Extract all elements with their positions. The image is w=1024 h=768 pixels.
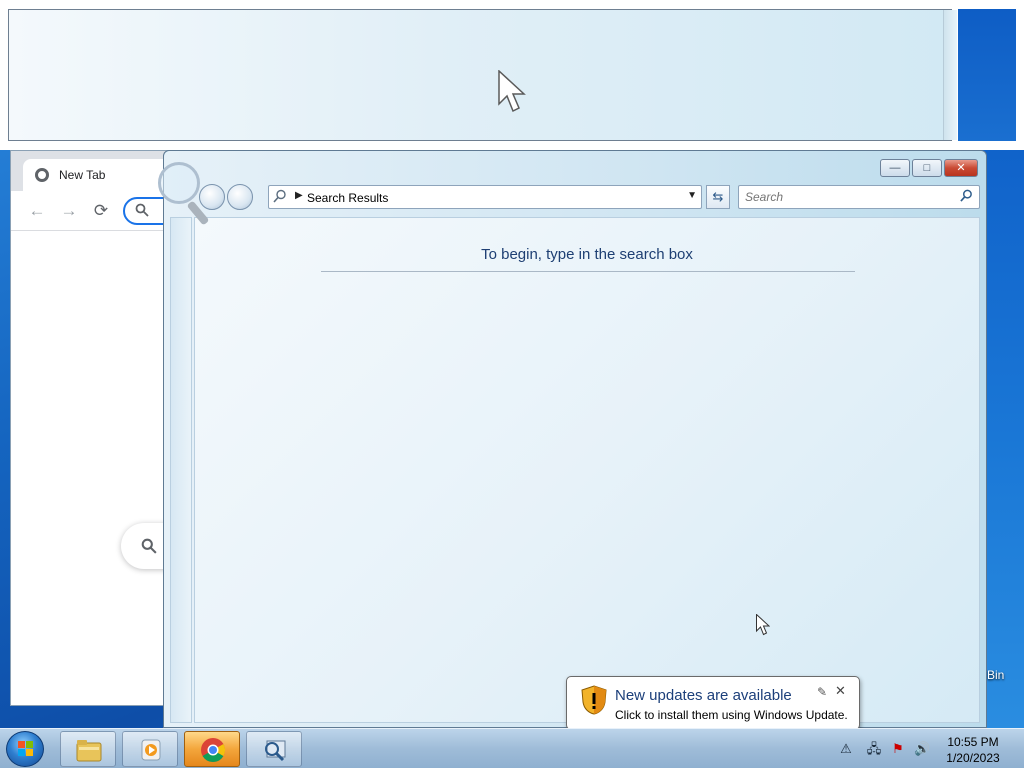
results-pane: To begin, type in the search box (194, 217, 980, 723)
clock-time: 10:55 PM (947, 735, 999, 749)
address-dropdown-icon[interactable]: ▼ (687, 190, 697, 201)
breadcrumb-arrow-icon[interactable]: ▶ (295, 190, 303, 201)
chrome-window: New Tab ← → ⟳ (10, 150, 203, 706)
search-icon[interactable] (960, 189, 973, 202)
magnifier-lens (158, 162, 200, 204)
notification-title: New updates are available (615, 687, 792, 704)
search-input[interactable] (745, 187, 955, 207)
minimize-button[interactable]: — (880, 159, 910, 177)
taskbar-chrome-button[interactable] (184, 731, 240, 767)
search-icon (141, 538, 157, 554)
chrome-logo-icon (35, 168, 49, 182)
forward-button[interactable] (227, 184, 253, 210)
taskbar: ⚠ 🖧 ⚑ 🔊 10:55 PM 1/20/2023 (0, 728, 1024, 768)
search-folder-icon (273, 189, 286, 203)
taskbar-search-button[interactable] (246, 731, 302, 767)
search-results-window: — □ ✕ ▶ Search Results ▼ ⇆ To begin, typ… (163, 150, 987, 728)
close-icon[interactable]: ✕ (835, 683, 846, 699)
window-preview-divider (943, 10, 957, 140)
network-icon[interactable]: 🖧 (866, 741, 882, 757)
magnifier-handle (186, 200, 210, 226)
search-window-icon (265, 740, 286, 762)
taskbar-explorer-button[interactable] (60, 731, 116, 767)
chrome-tab-new-tab[interactable]: New Tab (23, 159, 173, 191)
action-center-flag-icon[interactable]: ⚑ (890, 741, 906, 757)
search-icon (135, 203, 149, 217)
folder-icon (76, 740, 102, 762)
close-button[interactable]: ✕ (944, 159, 978, 177)
magnifier-icon (156, 160, 216, 230)
options-icon[interactable]: ✎ (817, 685, 827, 699)
taskbar-media-player-button[interactable] (122, 731, 178, 767)
chrome-icon (201, 738, 226, 763)
forward-arrow-icon[interactable]: → (59, 201, 79, 221)
chrome-tab-strip: New Tab (11, 151, 173, 191)
chrome-toolbar: ← → ⟳ (11, 191, 203, 231)
update-notification[interactable]: New updates are available Click to insta… (566, 676, 860, 741)
empty-results-message: To begin, type in the search box (481, 246, 693, 263)
clock-date: 1/20/2023 (946, 751, 1000, 765)
divider (321, 271, 855, 272)
maximize-button[interactable]: □ (912, 159, 942, 177)
refresh-button[interactable]: ⇆ (706, 185, 730, 209)
windows-update-tray-icon[interactable]: ⚠ (838, 741, 854, 757)
address-bar[interactable]: ▶ Search Results ▼ (268, 185, 702, 209)
shield-warning-icon (581, 685, 607, 715)
search-box[interactable] (738, 185, 980, 209)
volume-icon[interactable]: 🔊 (914, 741, 930, 757)
recycle-bin-label[interactable]: Bin (987, 668, 1004, 682)
chrome-tab-label: New Tab (59, 168, 106, 182)
back-arrow-icon[interactable]: ← (27, 201, 47, 221)
breadcrumb-search-results[interactable]: Search Results (307, 191, 388, 205)
windows-logo-icon (18, 741, 34, 757)
reload-icon[interactable]: ⟳ (91, 201, 111, 221)
media-player-icon (141, 739, 161, 761)
system-clock[interactable]: 10:55 PM 1/20/2023 (940, 734, 1006, 766)
navigation-pane (170, 217, 192, 723)
notification-body: Click to install them using Windows Upda… (615, 708, 848, 722)
window-controls: — □ ✕ (878, 159, 978, 179)
start-button[interactable] (6, 731, 44, 767)
window-preview-area (8, 9, 952, 141)
window-preview-desktop (958, 9, 1016, 141)
